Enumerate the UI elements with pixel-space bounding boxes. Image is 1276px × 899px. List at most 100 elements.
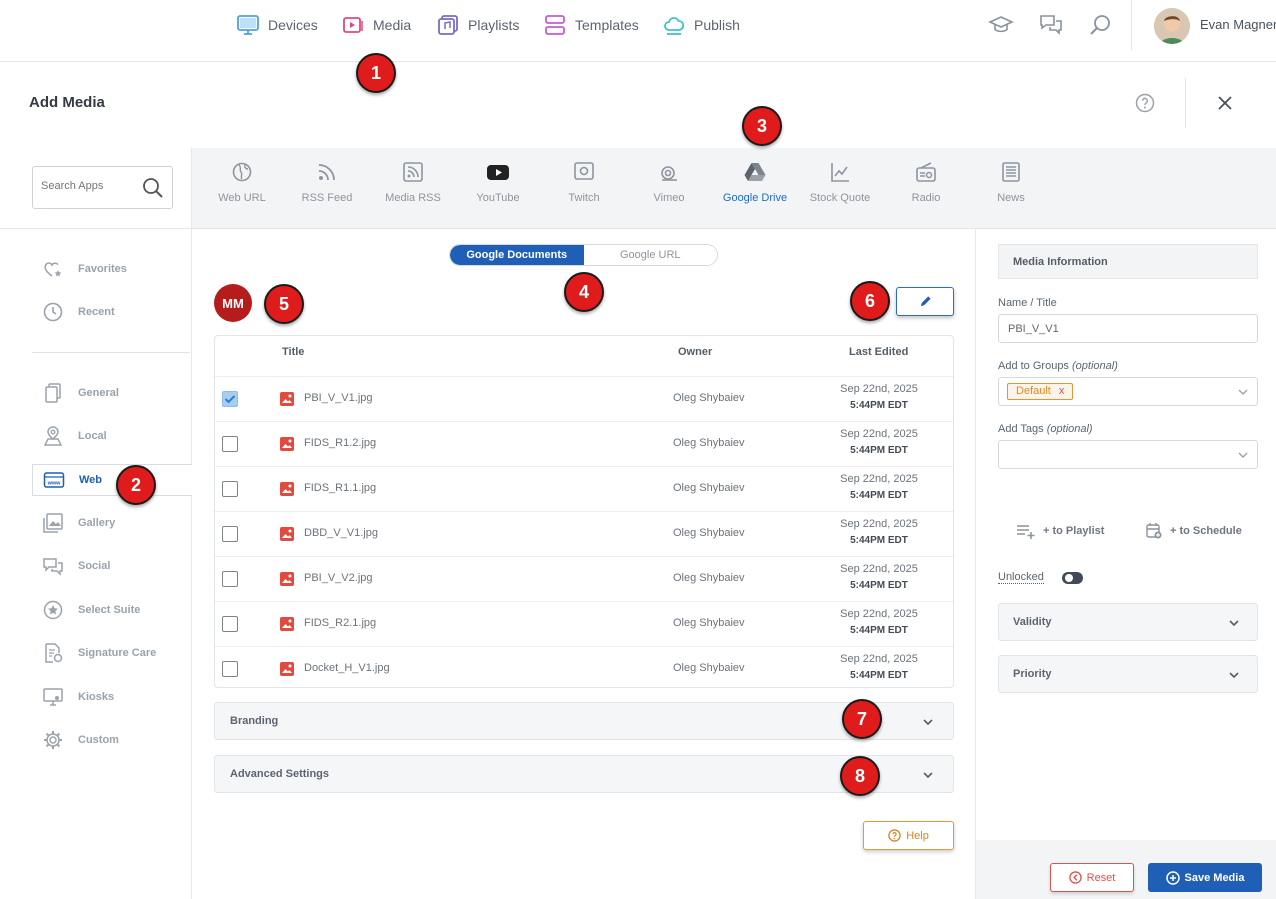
app-news[interactable]: News [968, 160, 1054, 220]
validity-section[interactable]: Validity [998, 603, 1258, 641]
playlist-icon [438, 15, 458, 35]
help-button[interactable]: Help [863, 821, 954, 850]
annotation-badge-5: 5 [264, 284, 304, 324]
twitch-icon [574, 162, 594, 180]
edited-date: Sep 22nd, 2025 [840, 653, 918, 665]
add-to-playlist-button[interactable]: + to Playlist [1016, 522, 1104, 540]
column-header-last-edited[interactable]: Last Edited [849, 346, 908, 358]
nav-playlists[interactable]: Playlists [436, 12, 519, 38]
account-initials-avatar[interactable]: MM [214, 284, 252, 322]
groups-select[interactable]: Default x [998, 377, 1258, 406]
row-checkbox[interactable] [222, 436, 238, 452]
left-item-social[interactable]: Social [32, 550, 192, 582]
search-icon[interactable] [142, 177, 164, 199]
row-checkbox[interactable] [222, 391, 238, 407]
left-item-gallery[interactable]: Gallery [32, 507, 192, 539]
app-youtube[interactable]: YouTube [455, 160, 541, 220]
column-header-title[interactable]: Title [282, 346, 304, 358]
edit-button[interactable] [896, 287, 954, 316]
app-stock-quote[interactable]: Stock Quote [797, 160, 883, 220]
app-radio[interactable]: Radio [883, 160, 969, 220]
reset-button[interactable]: Reset [1050, 863, 1134, 892]
groups-optional-text: (optional) [1072, 360, 1118, 372]
cloud-icon [664, 17, 685, 35]
add-to-schedule-button[interactable]: + to Schedule [1145, 522, 1242, 540]
row-checkbox[interactable] [222, 616, 238, 632]
search-apps-input[interactable] [41, 180, 136, 192]
left-item-select-suite[interactable]: Select Suite [32, 594, 192, 626]
graduation-cap-icon[interactable] [988, 12, 1014, 38]
groups-label-text: Add to Groups [998, 360, 1069, 372]
lock-toggle[interactable] [1062, 572, 1083, 584]
app-rss-feed[interactable]: RSS Feed [284, 160, 370, 220]
close-icon[interactable] [1215, 93, 1235, 113]
documents-icon [45, 383, 61, 403]
app-web-url[interactable]: Web URL [199, 160, 285, 220]
left-item-signature-care[interactable]: Signature Care [32, 637, 192, 669]
row-checkbox[interactable] [222, 661, 238, 677]
save-media-button[interactable]: Save Media [1148, 863, 1262, 892]
nav-templates[interactable]: Templates [543, 12, 639, 38]
nav-publish[interactable]: Publish [662, 12, 740, 38]
row-checkbox[interactable] [222, 526, 238, 542]
toggle-google-url[interactable]: Google URL [583, 245, 717, 265]
nav-media[interactable]: Media [341, 12, 411, 38]
toggle-google-documents[interactable]: Google Documents [450, 245, 584, 265]
priority-section[interactable]: Priority [998, 655, 1258, 693]
left-item-custom[interactable]: Custom [32, 724, 192, 756]
left-item-favorites[interactable]: Favorites [32, 253, 192, 285]
app-google-drive[interactable]: Google Drive [712, 160, 798, 220]
app-twitch[interactable]: Twitch [541, 160, 627, 220]
annotation-badge-2: 2 [116, 465, 156, 505]
row-checkbox[interactable] [222, 571, 238, 587]
left-item-web[interactable]: www Web [32, 464, 192, 496]
annotation-badge-4: 4 [564, 272, 604, 312]
avatar[interactable] [1154, 8, 1190, 44]
group-tag-remove[interactable]: x [1059, 385, 1065, 398]
app-label: Media RSS [385, 192, 441, 204]
annotation-badge-7: 7 [842, 699, 882, 739]
column-header-owner[interactable]: Owner [678, 346, 712, 358]
social-icon [43, 558, 63, 576]
table-row[interactable]: FIDS_R1.2.jpg Oleg Shybaiev Sep 22nd, 20… [215, 421, 953, 466]
table-row[interactable]: PBI_V_V1.jpg Oleg Shybaiev Sep 22nd, 202… [215, 376, 953, 421]
image-file-icon [280, 527, 294, 541]
app-label: Stock Quote [809, 192, 871, 204]
unlocked-label[interactable]: Unlocked [998, 571, 1044, 584]
row-checkbox[interactable] [222, 481, 238, 497]
left-item-kiosks[interactable]: Kiosks [32, 681, 192, 713]
file-owner: Oleg Shybaiev [673, 617, 745, 629]
table-row[interactable]: Docket_H_V1.jpg Oleg Shybaiev Sep 22nd, … [215, 646, 953, 687]
app-media-rss[interactable]: Media RSS [370, 160, 456, 220]
table-row[interactable]: FIDS_R1.1.jpg Oleg Shybaiev Sep 22nd, 20… [215, 466, 953, 511]
left-item-recent[interactable]: Recent [32, 296, 192, 328]
edited-date: Sep 22nd, 2025 [840, 428, 918, 440]
globe-icon [232, 162, 252, 182]
app-label: Google Drive [722, 192, 788, 204]
help-icon[interactable] [1135, 93, 1155, 113]
table-row[interactable]: FIDS_R2.1.jpg Oleg Shybaiev Sep 22nd, 20… [215, 601, 953, 646]
search-icon[interactable] [1088, 12, 1114, 38]
nav-devices[interactable]: Devices [236, 12, 318, 38]
left-item-general[interactable]: General [32, 377, 192, 409]
name-title-input[interactable]: PBI_V_V1 [998, 314, 1258, 343]
vimeo-icon [661, 166, 677, 181]
file-owner: Oleg Shybaiev [673, 662, 745, 674]
table-row[interactable]: PBI_V_V2.jpg Oleg Shybaiev Sep 22nd, 202… [215, 556, 953, 601]
top-navigation: Devices Media Playlists Templates Publis… [0, 0, 1276, 62]
app-label: Vimeo [653, 192, 685, 204]
search-apps-box[interactable] [32, 166, 173, 209]
chat-icon[interactable] [1038, 12, 1064, 38]
app-vimeo[interactable]: Vimeo [626, 160, 712, 220]
user-name[interactable]: Evan Magner [1200, 17, 1276, 32]
nav-label: Playlists [468, 17, 520, 33]
documents-table: Title Owner Last Edited PBI_V_V1.jpg Ole… [214, 335, 954, 688]
tags-select[interactable] [998, 440, 1258, 469]
nav-label: Templates [575, 17, 639, 33]
left-item-local[interactable]: Local [32, 420, 192, 452]
left-sub-separator [32, 352, 190, 353]
calendar-add-icon [1146, 523, 1162, 539]
add-to-groups-label: Add to Groups (optional) [998, 360, 1118, 372]
tags-label-text: Add Tags [998, 423, 1044, 435]
table-row[interactable]: DBD_V_V1.jpg Oleg Shybaiev Sep 22nd, 202… [215, 511, 953, 556]
